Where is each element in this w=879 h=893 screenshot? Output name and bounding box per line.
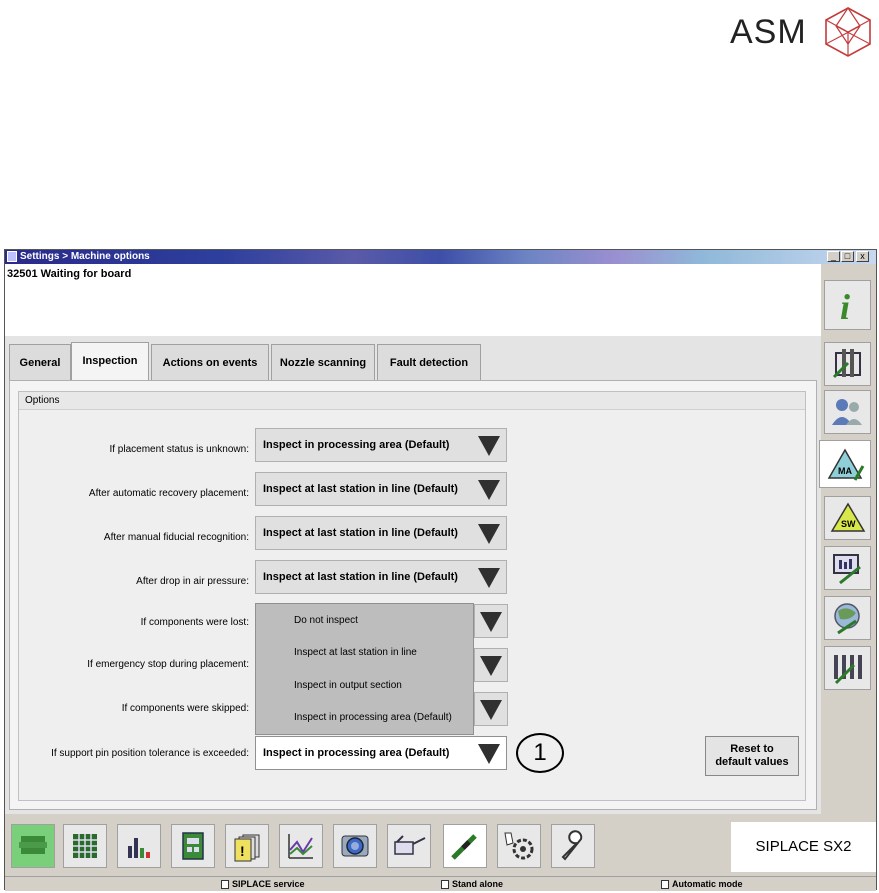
bottom-toolbar: ! SIPLACE SX2 <box>5 818 876 876</box>
row-label-container: If support pin position tolerance is exc… <box>5 742 249 776</box>
maximize-button[interactable]: □ <box>841 251 854 262</box>
option-label: If components were lost: <box>140 617 249 628</box>
status-user: SIPLACE service <box>221 878 305 890</box>
reset-defaults-button[interactable]: Reset to default values <box>705 736 799 776</box>
svg-text:!: ! <box>240 843 245 859</box>
reset-label-line1: Reset to <box>730 743 774 755</box>
inspection-dropdown-list: Do not inspect Inspect at last station i… <box>255 603 474 735</box>
window-app-icon <box>7 251 17 262</box>
status-mode-text: Automatic mode <box>672 879 743 889</box>
dropdown-option[interactable]: Inspect in processing area (Default) <box>294 712 452 723</box>
option-label: After manual fiducial recognition: <box>103 532 249 543</box>
info-icon[interactable]: i <box>824 280 871 330</box>
machine-settings-icon[interactable]: MA <box>819 440 871 488</box>
mode-icon <box>661 880 669 890</box>
select-value: Inspect at last station in line (Default… <box>263 527 458 539</box>
row-label-container: If components were lost: <box>5 610 249 644</box>
option-label: If components were skipped: <box>121 703 249 714</box>
triangle-down-icon <box>478 436 500 456</box>
triangle-down-icon <box>478 568 500 588</box>
options-group-title: Options <box>19 392 805 410</box>
globe-icon[interactable] <box>824 596 871 640</box>
reset-label-line2: default values <box>715 756 789 768</box>
oil-can-icon[interactable] <box>387 824 431 868</box>
tools-icon[interactable] <box>824 646 871 690</box>
title-bar: Settings > Machine options _ □ x <box>5 250 876 264</box>
components-skipped-dropdown-button[interactable] <box>474 692 508 726</box>
svg-text:MA: MA <box>838 466 852 476</box>
dropdown-option[interactable]: Do not inspect <box>294 615 358 626</box>
emergency-stop-dropdown-button[interactable] <box>474 648 508 682</box>
air-pressure-select[interactable]: Inspect at last station in line (Default… <box>255 560 507 594</box>
option-label: If emergency stop during placement: <box>87 659 249 670</box>
status-line-mode-text: Stand alone <box>452 879 504 889</box>
grid-icon[interactable] <box>63 824 107 868</box>
asm-logo-text: ASM <box>730 13 807 51</box>
callout-marker: 1 <box>516 733 564 773</box>
warning-icon[interactable]: ! <box>225 824 269 868</box>
select-value: Inspect at last station in line (Default… <box>263 483 458 495</box>
machine-options-window: Settings > Machine options _ □ x 32501 W… <box>4 249 877 891</box>
window-title: Settings > Machine options <box>20 251 150 262</box>
asm-logo-icon <box>825 6 871 57</box>
gear-hand-icon[interactable] <box>497 824 541 868</box>
option-label: If placement status is unknown: <box>109 444 249 455</box>
select-value: Inspect in processing area (Default) <box>263 439 450 451</box>
machine-icon[interactable] <box>824 342 871 386</box>
row-label-container: If placement status is unknown: <box>5 434 249 468</box>
svg-text:i: i <box>840 287 850 325</box>
status-message: 32501 Waiting for board <box>7 268 132 280</box>
option-label: If support pin position tolerance is exc… <box>51 748 249 759</box>
row-label-container: If emergency stop during placement: <box>5 654 249 688</box>
user-icon <box>221 880 229 890</box>
triangle-down-icon <box>478 524 500 544</box>
tab-inspection[interactable]: Inspection <box>71 342 149 380</box>
row-label-container: If components were skipped: <box>5 698 249 732</box>
software-icon[interactable]: SW <box>824 496 871 540</box>
monitor-icon[interactable] <box>824 546 871 590</box>
right-sidebar: i MA SW <box>819 264 876 814</box>
close-button[interactable]: x <box>856 251 869 262</box>
status-bar: SIPLACE service Stand alone Automatic mo… <box>5 876 876 891</box>
select-value: Inspect in processing area (Default) <box>263 747 450 759</box>
camera-icon[interactable] <box>333 824 377 868</box>
tab-actions-on-events[interactable]: Actions on events <box>151 344 269 380</box>
manual-fiducial-select[interactable]: Inspect at last station in line (Default… <box>255 516 507 550</box>
auto-recovery-select[interactable]: Inspect at last station in line (Default… <box>255 472 507 506</box>
trend-chart-icon[interactable] <box>279 824 323 868</box>
triangle-down-icon <box>478 744 500 764</box>
tab-general[interactable]: General <box>9 344 71 380</box>
service-tool-icon[interactable] <box>443 824 487 868</box>
chart-bars-icon[interactable] <box>117 824 161 868</box>
users-icon[interactable] <box>824 390 871 434</box>
wrench-icon[interactable] <box>551 824 595 868</box>
option-label: After drop in air pressure: <box>136 576 249 587</box>
minimize-button[interactable]: _ <box>827 251 840 262</box>
tab-fault-detection[interactable]: Fault detection <box>377 344 481 380</box>
triangle-down-icon <box>478 480 500 500</box>
status-line-mode: Stand alone <box>441 878 503 890</box>
status-mode: Automatic mode <box>661 878 743 890</box>
production-icon[interactable] <box>11 824 55 868</box>
row-label-container: After automatic recovery placement: <box>5 478 249 512</box>
brand-label: SIPLACE SX2 <box>731 822 876 872</box>
triangle-down-icon <box>480 656 502 676</box>
row-label-container: After manual fiducial recognition: <box>5 522 249 556</box>
placement-unknown-select[interactable]: Inspect in processing area (Default) <box>255 428 507 462</box>
status-area: 32501 Waiting for board <box>5 264 821 336</box>
option-label: After automatic recovery placement: <box>88 488 249 499</box>
tab-nozzle-scanning[interactable]: Nozzle scanning <box>271 344 375 380</box>
svg-text:SW: SW <box>841 519 856 529</box>
dropdown-option[interactable]: Inspect in output section <box>294 680 402 691</box>
components-lost-dropdown-button[interactable] <box>474 604 508 638</box>
dropdown-option[interactable]: Inspect at last station in line <box>294 647 417 658</box>
support-pin-tolerance-select[interactable]: Inspect in processing area (Default) <box>255 736 507 770</box>
board-icon[interactable] <box>171 824 215 868</box>
row-label-container: After drop in air pressure: <box>5 566 249 600</box>
triangle-down-icon <box>480 612 502 632</box>
line-icon <box>441 880 449 890</box>
status-user-text: SIPLACE service <box>232 879 305 889</box>
select-value: Inspect at last station in line (Default… <box>263 571 458 583</box>
triangle-down-icon <box>480 700 502 720</box>
